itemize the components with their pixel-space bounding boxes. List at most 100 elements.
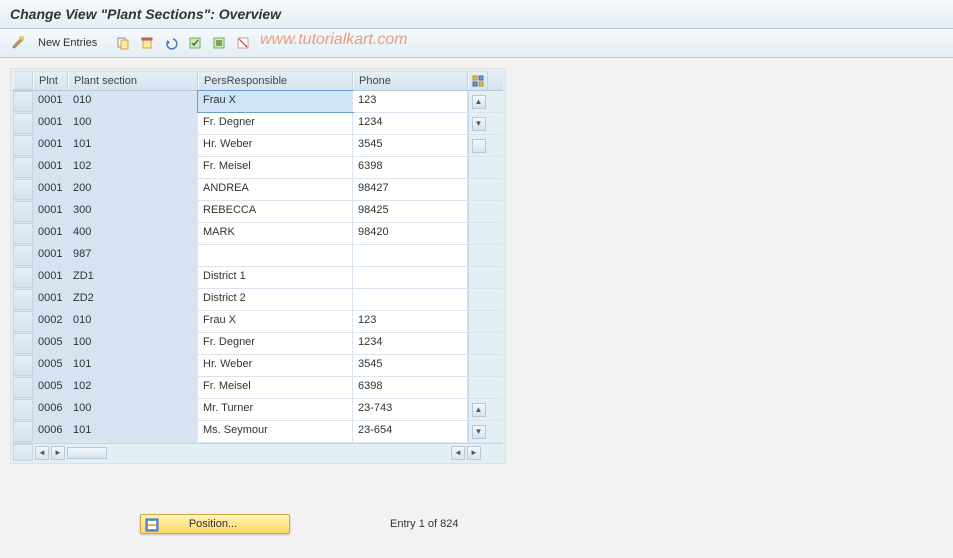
cell-phone[interactable]: 1234	[353, 113, 468, 134]
hscroll-right-arrow[interactable]: ►	[51, 446, 65, 460]
vscroll-up-arrow-bottom[interactable]: ▲	[472, 403, 486, 417]
toolbar: New Entries www.tutorialkart.com	[0, 29, 953, 58]
column-header-phone[interactable]: Phone	[353, 71, 468, 90]
content-area: Plnt Plant section PersResponsible Phone…	[0, 58, 953, 544]
cell-pers-responsible[interactable]	[198, 245, 353, 266]
row-selector[interactable]	[13, 399, 33, 420]
cell-pers-responsible[interactable]: MARK	[198, 223, 353, 244]
delete-icon[interactable]	[137, 33, 157, 53]
undo-icon[interactable]	[161, 33, 181, 53]
vscroll-up-arrow[interactable]: ▲	[472, 95, 486, 109]
row-selector[interactable]	[13, 421, 33, 442]
cell-phone[interactable]	[353, 289, 468, 310]
table-row: 0001100Fr. Degner1234▼	[13, 113, 503, 135]
cell-phone[interactable]: 123	[353, 311, 468, 332]
cell-phone[interactable]: 98427	[353, 179, 468, 200]
hscroll-left-arrow[interactable]: ◄	[35, 446, 49, 460]
cell-phone[interactable]: 6398	[353, 377, 468, 398]
cell-pers-responsible[interactable]: Hr. Weber	[198, 135, 353, 156]
cell-phone[interactable]: 23-743	[353, 399, 468, 420]
vscroll-thumb[interactable]	[472, 139, 486, 153]
cell-plnt: 0001	[33, 267, 68, 288]
cell-pers-responsible[interactable]: ANDREA	[198, 179, 353, 200]
cell-phone[interactable]: 23-654	[353, 421, 468, 442]
row-selector[interactable]	[13, 333, 33, 354]
table-row: 0001300REBECCA98425	[13, 201, 503, 223]
cell-phone[interactable]: 98420	[353, 223, 468, 244]
row-selector[interactable]	[13, 113, 33, 134]
cell-pers-responsible[interactable]: Frau X	[198, 91, 353, 112]
cell-phone[interactable]: 1234	[353, 333, 468, 354]
cell-phone[interactable]: 6398	[353, 157, 468, 178]
vscroll-down-arrow-bottom[interactable]: ▼	[472, 425, 486, 439]
hscroll-left-arrow-2[interactable]: ◄	[451, 446, 465, 460]
row-selector[interactable]	[13, 179, 33, 200]
table-row: 0001987	[13, 245, 503, 267]
change-display-icon[interactable]	[8, 33, 28, 53]
cell-pers-responsible[interactable]: REBECCA	[198, 201, 353, 222]
horizontal-scrollbar: ◄ ► ◄ ►	[13, 443, 503, 461]
row-selector[interactable]	[13, 157, 33, 178]
cell-pers-responsible[interactable]: Ms. Seymour	[198, 421, 353, 442]
row-selector[interactable]	[13, 91, 33, 112]
cell-plnt: 0005	[33, 333, 68, 354]
row-selector[interactable]	[13, 201, 33, 222]
cell-phone[interactable]: 3545	[353, 355, 468, 376]
cell-plnt: 0001	[33, 223, 68, 244]
settings-icon	[469, 72, 487, 90]
cell-plant-section: ZD2	[68, 289, 198, 310]
cell-phone[interactable]: 3545	[353, 135, 468, 156]
hscroll-right-arrow-2[interactable]: ►	[467, 446, 481, 460]
vscroll-down-arrow[interactable]: ▼	[472, 117, 486, 131]
cell-pers-responsible[interactable]: Mr. Turner	[198, 399, 353, 420]
cell-pers-responsible[interactable]: Hr. Weber	[198, 355, 353, 376]
table-row: 0006100Mr. Turner23-743▲	[13, 399, 503, 421]
table-row: 0005101Hr. Weber3545	[13, 355, 503, 377]
cell-plant-section: 987	[68, 245, 198, 266]
row-selector[interactable]	[13, 289, 33, 310]
column-header-plant-section[interactable]: Plant section	[68, 71, 198, 90]
cell-phone[interactable]	[353, 245, 468, 266]
page-title: Change View "Plant Sections": Overview	[0, 0, 953, 29]
vscroll-cell	[468, 333, 488, 354]
vscroll-cell	[468, 289, 488, 310]
plant-sections-table: Plnt Plant section PersResponsible Phone…	[13, 71, 503, 461]
position-button[interactable]: Position...	[140, 514, 290, 534]
new-entries-button[interactable]: New Entries	[32, 35, 103, 51]
cell-phone[interactable]: 123	[353, 91, 468, 112]
select-block-icon[interactable]	[209, 33, 229, 53]
table-row: 0001010Frau X123▲	[13, 91, 503, 113]
cell-phone[interactable]: 98425	[353, 201, 468, 222]
vscroll-cell	[468, 267, 488, 288]
row-selector[interactable]	[13, 135, 33, 156]
deselect-all-icon[interactable]	[233, 33, 253, 53]
row-selector[interactable]	[13, 245, 33, 266]
row-selector[interactable]	[13, 223, 33, 244]
table-settings-button[interactable]	[468, 71, 488, 90]
copy-as-icon[interactable]	[113, 33, 133, 53]
row-selector[interactable]	[13, 355, 33, 376]
cell-plnt: 0006	[33, 421, 68, 442]
column-header-plnt[interactable]: Plnt	[33, 71, 68, 90]
row-selector[interactable]	[13, 311, 33, 332]
cell-pers-responsible[interactable]: Fr. Degner	[198, 333, 353, 354]
cell-pers-responsible[interactable]: Fr. Meisel	[198, 157, 353, 178]
cell-plant-section: 101	[68, 135, 198, 156]
cell-pers-responsible[interactable]: Fr. Meisel	[198, 377, 353, 398]
cell-pers-responsible[interactable]: District 1	[198, 267, 353, 288]
row-selector[interactable]	[13, 267, 33, 288]
cell-pers-responsible[interactable]: District 2	[198, 289, 353, 310]
cell-plant-section: ZD1	[68, 267, 198, 288]
vscroll-cell: ▲	[468, 91, 488, 112]
hscroll-thumb[interactable]	[67, 447, 107, 459]
table-row: 0005100Fr. Degner1234	[13, 333, 503, 355]
row-selector[interactable]	[13, 377, 33, 398]
cell-pers-responsible[interactable]: Fr. Degner	[198, 113, 353, 134]
cell-pers-responsible[interactable]: Frau X	[198, 311, 353, 332]
select-all-icon[interactable]	[185, 33, 205, 53]
header-row-selector[interactable]	[13, 71, 33, 90]
cell-phone[interactable]	[353, 267, 468, 288]
column-header-pers-responsible[interactable]: PersResponsible	[198, 71, 353, 90]
position-label: Position...	[189, 518, 237, 530]
table-row: 0001ZD2District 2	[13, 289, 503, 311]
